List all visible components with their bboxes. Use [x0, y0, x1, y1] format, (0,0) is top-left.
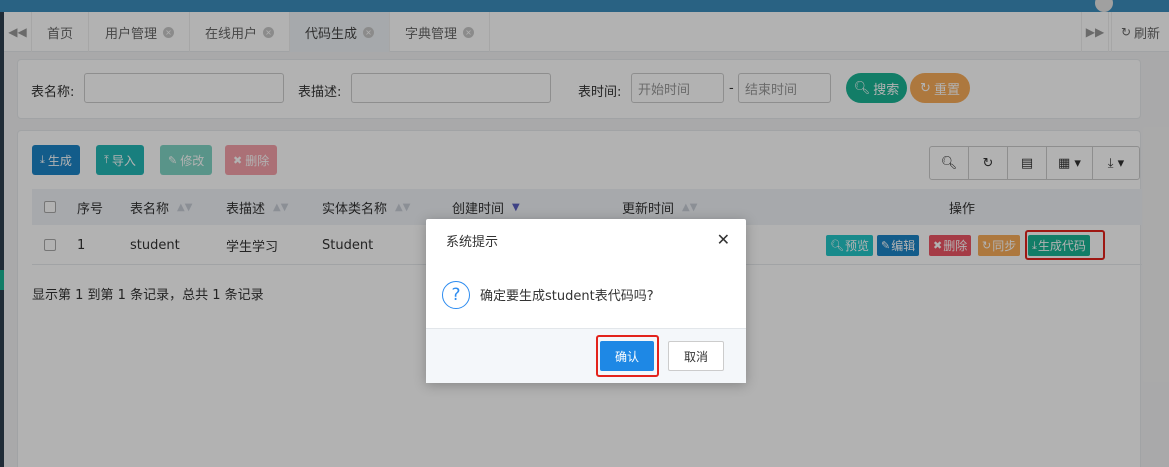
question-icon: ? [442, 280, 470, 309]
cancel-label: 取消 [683, 349, 708, 364]
dialog-message: 确定要生成student表代码吗? [480, 289, 654, 304]
dialog-body: ? 确定要生成student表代码吗? [426, 261, 746, 328]
confirm-dialog: 系统提示 ✕ ? 确定要生成student表代码吗? 确认 取消 [426, 219, 746, 383]
confirm-label: 确认 [614, 349, 639, 364]
confirm-button[interactable]: 确认 [600, 341, 654, 371]
close-icon[interactable]: ✕ [717, 231, 730, 249]
dialog-footer: 确认 取消 [426, 328, 746, 383]
dialog-header: 系统提示 [426, 219, 746, 261]
cancel-button[interactable]: 取消 [668, 341, 724, 371]
dialog-title: 系统提示 [446, 234, 499, 250]
